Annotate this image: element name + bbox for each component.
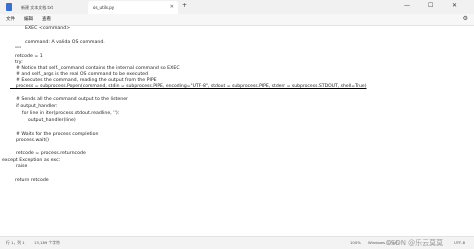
code-line: if output_handler: — [10, 104, 58, 109]
code-line: """ — [15, 47, 22, 52]
menu-edit[interactable]: 编辑 — [24, 14, 33, 25]
code-line: retcode = process.returncode — [10, 151, 86, 156]
tab-label: os_utils.py — [93, 5, 115, 10]
maximize-button[interactable]: ☐ — [428, 2, 433, 9]
notepad-app-icon — [6, 3, 12, 11]
tab-os-utils[interactable]: os_utils.py ✕ — [88, 1, 178, 14]
text-editor[interactable]: EXEC <command> command: A valida OS comm… — [0, 26, 474, 236]
code-line: raise — [10, 164, 28, 169]
cursor-position: 行 1，列 1 — [6, 240, 25, 245]
zoom-level[interactable]: 100% — [350, 237, 361, 249]
tab-new-text-document[interactable]: 新建 文本文档.txt — [16, 1, 80, 14]
code-line: output_handler(line) — [10, 118, 76, 123]
encoding[interactable]: UTF-8 — [454, 237, 465, 249]
menu-view[interactable]: 查看 — [42, 14, 51, 25]
menu-file[interactable]: 文件 — [6, 14, 15, 25]
close-window-button[interactable]: ✕ — [452, 2, 457, 9]
new-tab-button[interactable]: + — [182, 2, 187, 9]
code-line: process.wait() — [10, 138, 49, 143]
code-line: for line in iter(process.stdout.readline… — [10, 111, 120, 116]
highlighted-code-line: process = subprocess.Popen(command, stdi… — [10, 84, 367, 89]
gear-icon[interactable]: ⚙ — [463, 15, 468, 22]
status-bar: 行 1，列 1 13,189 个字符 100% Windows (CRLF) U… — [0, 236, 474, 249]
close-tab-icon[interactable]: ✕ — [170, 1, 174, 14]
watermark: CSDN @乐云莫莫 — [386, 239, 444, 247]
code-line: EXEC <command> — [25, 26, 71, 31]
character-count: 13,189 个字符 — [34, 240, 60, 245]
code-line: return retcode — [15, 178, 49, 183]
tab-bar: 新建 文本文档.txt os_utils.py ✕ + — ☐ ✕ — [0, 0, 474, 14]
minimize-button[interactable]: — — [404, 2, 410, 9]
code-line: command: A valida OS command. — [25, 40, 105, 45]
code-line: # Sends all the command output to the li… — [10, 97, 129, 102]
tab-label: 新建 文本文档.txt — [21, 5, 54, 10]
menu-bar: 文件 编辑 查看 ⚙ — [0, 14, 474, 26]
